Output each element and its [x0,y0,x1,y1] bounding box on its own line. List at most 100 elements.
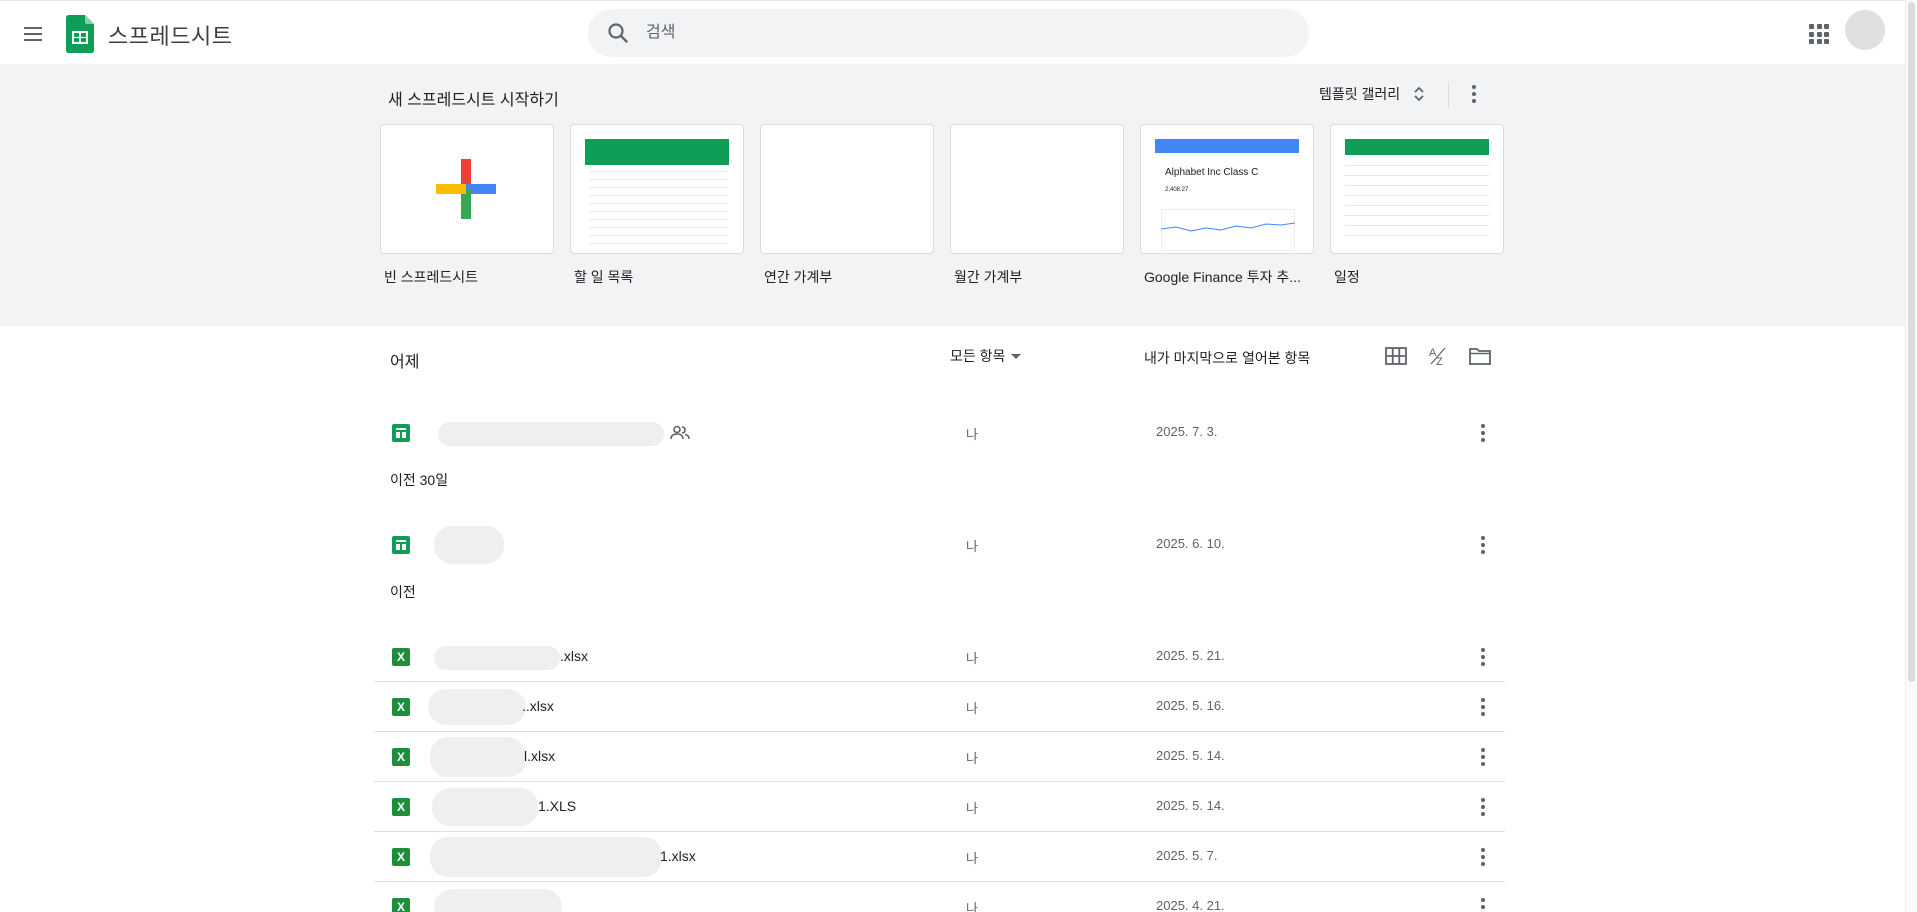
template-section-title: 새 스프레드시트 시작하기 [388,92,559,109]
file-row[interactable]: 나 2025. 6. 10. [374,520,1505,570]
file-name-redacted [430,837,662,877]
template-annual-budget[interactable]: 연간 가계부 [760,124,934,287]
template-monthly-budget-thumbnail [950,124,1124,254]
google-apps-icon[interactable] [1806,21,1830,45]
file-row[interactable]: 나 2025. 7. 3. [374,408,1505,458]
file-name: 1.XLS [538,798,577,814]
last-opened-date: 2025. 5. 21. [1156,648,1225,663]
stock-chart-icon [1161,209,1295,251]
file-owner: 나 [966,539,978,554]
template-todo-thumbnail [570,124,744,254]
last-opened-date: 2025. 5. 14. [1156,748,1225,763]
template-name: 빈 스프레드시트 [384,269,479,285]
file-owner: 나 [966,651,978,666]
account-avatar[interactable] [1845,10,1885,50]
template-more-options-icon[interactable] [1460,80,1488,108]
top-app-bar: 스프레드시트 [0,0,1905,64]
dropdown-arrow-icon [1011,353,1022,359]
file-name: l.xlsx [524,748,556,764]
section-label-earlier: 이전 [390,584,416,600]
last-opened-date: 2025. 7. 3. [1156,424,1218,439]
excel-file-icon: X [392,648,410,666]
more-options-icon[interactable] [1469,531,1497,559]
file-name-redacted [434,889,562,912]
template-name: 일정 [1334,269,1360,285]
template-monthly-budget[interactable]: 월간 가계부 [950,124,1124,287]
owner-filter-dropdown[interactable]: 모든 항목 [950,346,1022,366]
more-options-icon[interactable] [1469,793,1497,821]
file-owner: 나 [966,701,978,716]
preview-value: 2,408.27 [1165,187,1189,193]
file-name-redacted [434,526,504,564]
file-owner: 나 [966,751,978,766]
preview-title: Alphabet Inc Class C [1165,167,1259,178]
template-name: Google Finance 투자 추... [1144,269,1301,285]
section-label-yesterday: 어제 [390,354,420,371]
excel-file-icon: X [392,698,410,716]
template-name: 연간 가계부 [764,269,833,285]
template-blank[interactable]: 빈 스프레드시트 [380,124,554,287]
search-bar[interactable] [588,9,1309,57]
excel-file-icon: X [392,748,410,766]
file-row[interactable]: X 1.XLS 나 2025. 5. 14. [374,782,1505,832]
file-name: ..xlsx [522,698,554,714]
file-name: 1.xlsx [660,848,696,864]
file-owner: 나 [966,901,978,912]
sort-by-last-opened[interactable]: 내가 마지막으로 열어본 항목 [1144,348,1310,368]
file-name-redacted [430,737,526,777]
file-name-redacted [438,422,664,446]
file-row[interactable]: X 나 2025. 4. 21. [374,882,1505,912]
template-schedule[interactable]: 일정 [1330,124,1504,287]
last-opened-date: 2025. 5. 16. [1156,698,1225,713]
unfold-icon [1414,86,1424,102]
template-gallery-label: 템플릿 갤러리 [1319,86,1401,102]
file-row[interactable]: X ..xlsx 나 2025. 5. 16. [374,682,1505,732]
excel-file-icon: X [392,898,410,912]
more-options-icon[interactable] [1469,843,1497,871]
shared-users-icon [670,425,690,440]
main-menu-icon[interactable] [18,19,48,49]
file-row[interactable]: X l.xlsx 나 2025. 5. 14. [374,732,1505,782]
more-options-icon[interactable] [1469,743,1497,771]
file-owner: 나 [966,427,978,442]
folder-icon[interactable] [1464,340,1496,372]
file-owner: 나 [966,851,978,866]
template-google-finance-thumbnail: Alphabet Inc Class C 2,408.27 [1140,124,1314,254]
search-icon[interactable] [606,21,630,45]
app-title[interactable]: 스프레드시트 [108,19,232,51]
more-options-icon[interactable] [1469,643,1497,671]
sheets-logo-icon[interactable] [66,15,94,53]
template-annual-budget-thumbnail [760,124,934,254]
sheets-file-icon [392,424,410,442]
owner-filter-label: 모든 항목 [950,348,1006,364]
divider [1448,82,1449,108]
scrollbar-thumb[interactable] [1908,2,1915,682]
page-scrollbar[interactable] [1905,0,1917,912]
file-row[interactable]: X .xlsx 나 2025. 5. 21. [374,632,1505,682]
file-owner: 나 [966,801,978,816]
template-google-finance[interactable]: Alphabet Inc Class C 2,408.27 Google Fin… [1140,124,1314,287]
last-opened-date: 2025. 4. 21. [1156,898,1225,912]
last-opened-date: 2025. 5. 7. [1156,848,1218,863]
excel-file-icon: X [392,848,410,866]
template-section: 새 스프레드시트 시작하기 템플릿 갤러리 빈 스프레드시트 할 일 목록 연간… [0,64,1905,326]
template-name: 할 일 목록 [574,269,634,285]
more-options-icon[interactable] [1469,893,1497,912]
more-options-icon[interactable] [1469,693,1497,721]
search-input[interactable] [646,9,1286,57]
template-blank-thumbnail [380,124,554,254]
sheets-file-icon [392,536,410,554]
template-name: 월간 가계부 [954,269,1023,285]
last-opened-date: 2025. 5. 14. [1156,798,1225,813]
sort-az-icon[interactable]: A Z [1422,340,1454,372]
list-header: 어제 모든 항목 내가 마지막으로 열어본 항목 A Z [374,326,1505,386]
more-options-icon[interactable] [1469,419,1497,447]
template-todo[interactable]: 할 일 목록 [570,124,744,287]
grid-view-icon[interactable] [1380,340,1412,372]
section-label-past-30-days: 이전 30일 [390,472,449,488]
file-row[interactable]: X 1.xlsx 나 2025. 5. 7. [374,832,1505,882]
template-gallery-button[interactable]: 템플릿 갤러리 [1315,78,1432,110]
file-name-redacted [432,788,538,826]
file-name-redacted [434,646,560,670]
file-name-redacted [428,689,526,725]
